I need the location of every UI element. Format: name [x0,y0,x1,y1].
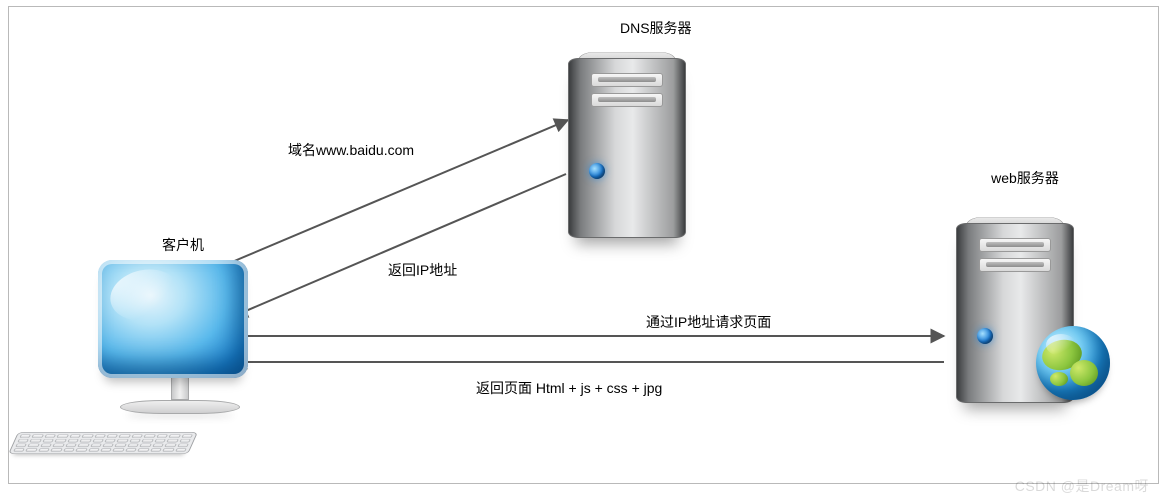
edge-to-dns-label: 域名www.baidu.com [288,140,414,160]
edge-to-web-label: 通过IP地址请求页面 [646,312,771,332]
web-server-label: web服务器 [986,168,1064,188]
edge-from-dns-label: 返回IP地址 [388,260,457,280]
keyboard-icon [8,432,198,454]
globe-icon [1036,326,1110,400]
edge-from-web-label: 返回页面 Html + js + css + jpg [476,378,662,398]
watermark: CSDN @是Dream呀 [1015,476,1149,496]
dns-server-label: DNS服务器 [620,18,692,38]
client-label: 客户机 [162,235,204,255]
dns-server-icon [568,42,698,238]
client-computer-icon [80,260,280,414]
